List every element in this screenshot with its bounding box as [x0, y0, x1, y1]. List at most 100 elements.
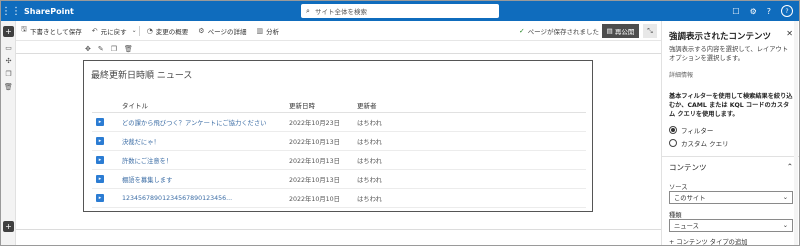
row-title[interactable]: 許数にご注意を！ — [122, 151, 172, 169]
undo-label: 元に戻す — [100, 27, 127, 36]
row-title[interactable]: 12345678901234567890123456... — [122, 189, 232, 207]
news-page-icon: ▸ — [96, 175, 104, 183]
plus-icon: + — [669, 239, 675, 245]
row-author: はちわれ — [357, 157, 382, 165]
radio-custom-query[interactable]: カスタム クエリ — [669, 138, 729, 148]
table-row[interactable]: ▸ 12345678901234567890123456... 2022年10月… — [92, 189, 586, 208]
sharepoint-window: ⋮⋮ SharePoint ⌕ サイト全体を検索 ☐ ⚙ ? ? + ▭ ✣ ❐… — [0, 0, 800, 246]
webpart-title: 最終更新日時順 ニュース — [91, 71, 193, 81]
row-author: はちわれ — [357, 195, 382, 203]
undo-dropdown-icon[interactable]: ⌄ — [132, 27, 137, 34]
check-icon: ✓ — [519, 27, 525, 35]
table-row[interactable]: ▸ 棚語を募集します 2022年10月13日 はちわれ — [92, 170, 586, 189]
page-details-label: ページの詳細 — [207, 27, 247, 36]
analytics-button[interactable]: ▥ 分析 — [251, 26, 284, 36]
republish-label: 再公開 — [614, 28, 635, 36]
collapse-icon[interactable]: ⤡ — [643, 24, 657, 38]
radio-selected-icon — [669, 126, 677, 134]
command-bar: 🖫 下書きとして保存 ↶ 元に戻す ⌄ ◔ 変更の概要 ⚙ ページの詳細 ▥ 分… — [16, 21, 661, 41]
settings-icon[interactable]: ⚙ — [750, 7, 757, 16]
radio-custom-label: カスタム クエリ — [681, 140, 729, 148]
changes-icon: ◔ — [146, 26, 153, 35]
close-icon[interactable]: ✕ — [786, 29, 793, 38]
gear-icon: ⚙ — [198, 26, 205, 35]
undo-icon: ↶ — [91, 26, 98, 35]
save-icon: 🖫 — [21, 25, 27, 33]
add-section-icon[interactable]: + — [3, 26, 14, 37]
pane-scrollbar[interactable] — [794, 21, 798, 245]
edit-icon[interactable]: ✎ — [98, 45, 104, 53]
undo-button[interactable]: ↶ 元に戻す — [87, 26, 132, 36]
column-author: 更新者 — [357, 102, 377, 110]
saved-status: ✓ ページが保存されました — [519, 21, 599, 41]
avatar[interactable]: ? — [781, 5, 793, 17]
left-rail: + ▭ ✣ ❐ 🗑 + — [1, 21, 16, 245]
property-pane: 強調表示されたコンテンツ ✕ 強調表示する内容を選択して、レイアウト オプション… — [661, 21, 799, 245]
highlighted-content-webpart[interactable]: 最終更新日時順 ニュース タイトル 更新日時 更新者 ▸ どの課から飛びつく？ア… — [83, 60, 593, 212]
radio-filter-label: フィルター — [681, 127, 714, 135]
changes-button[interactable]: ◔ 変更の概要 — [142, 26, 194, 36]
pane-divider — [662, 156, 799, 157]
row-date: 2022年10月13日 — [289, 176, 340, 184]
delete-icon[interactable]: 🗑 — [124, 45, 133, 53]
section-top-line — [16, 53, 661, 54]
app-name[interactable]: SharePoint — [24, 7, 74, 16]
details-link[interactable]: 詳細情報 — [669, 70, 693, 79]
type-dropdown[interactable]: ニュース ⌄ — [669, 219, 793, 232]
copy-icon[interactable]: ❐ — [3, 68, 14, 79]
row-date: 2022年10月23日 — [289, 119, 340, 127]
changes-label: 変更の概要 — [155, 27, 189, 36]
webpart-toolbar: ✥ ✎ ❐ 🗑 — [85, 45, 133, 53]
separator — [138, 25, 140, 36]
pane-title: 強調表示されたコンテンツ — [669, 32, 772, 42]
type-label: 種類 — [669, 212, 682, 219]
page-details-button[interactable]: ⚙ ページの詳細 — [193, 26, 251, 36]
app-launcher-icon[interactable]: ⋮⋮ — [1, 1, 21, 21]
table-header: タイトル 更新日時 更新者 — [92, 98, 586, 113]
chat-icon[interactable]: ☐ — [732, 7, 739, 16]
analytics-label: 分析 — [266, 27, 280, 36]
move-handle-icon[interactable]: ✥ — [85, 45, 91, 53]
republish-button[interactable]: ▤ 再公開 — [602, 24, 639, 38]
row-title[interactable]: 決裁だにゃ！ — [122, 132, 160, 150]
table-row[interactable]: ▸ 決裁だにゃ！ 2022年10月13日 はちわれ — [92, 132, 586, 151]
source-value: このサイト — [674, 195, 706, 202]
table-row[interactable]: ▸ どの課から飛びつく？アンケートにご協力ください 2022年10月23日 はち… — [92, 113, 586, 132]
row-title[interactable]: どの課から飛びつく？アンケートにご協力ください — [122, 113, 266, 131]
table-row[interactable]: ▸ 許数にご注意を！ 2022年10月13日 はちわれ — [92, 151, 586, 170]
news-table: タイトル 更新日時 更新者 ▸ どの課から飛びつく？アンケートにご協力ください … — [92, 98, 586, 208]
content-section-header[interactable]: コンテンツ ⌃ — [669, 162, 793, 173]
chevron-up-icon: ⌃ — [786, 162, 793, 171]
row-date: 2022年10月10日 — [289, 195, 340, 203]
analytics-icon: ▥ — [256, 26, 264, 35]
duplicate-icon[interactable]: ❐ — [111, 45, 117, 53]
section-bottom-line — [16, 229, 661, 230]
source-dropdown[interactable]: このサイト ⌄ — [669, 191, 793, 204]
row-title[interactable]: 棚語を募集します — [122, 170, 172, 188]
suite-bar: ⋮⋮ SharePoint ⌕ サイト全体を検索 ☐ ⚙ ? ? — [1, 1, 799, 21]
page-canvas: ✥ ✎ ❐ 🗑 最終更新日時順 ニュース タイトル 更新日時 更新者 ▸ どの課… — [16, 42, 661, 245]
column-date: 更新日時 — [289, 102, 315, 110]
column-title: タイトル — [122, 102, 148, 110]
radio-filter[interactable]: フィルター — [669, 125, 713, 135]
row-author: はちわれ — [357, 138, 382, 146]
search-placeholder: サイト全体を検索 — [315, 8, 367, 16]
news-page-icon: ▸ — [96, 118, 104, 126]
save-draft-button[interactable]: 🖫 下書きとして保存 — [16, 25, 87, 36]
help-icon[interactable]: ? — [767, 7, 771, 16]
row-author: はちわれ — [357, 119, 382, 127]
delete-icon[interactable]: 🗑 — [3, 81, 14, 92]
add-content-type-button[interactable]: + コンテンツ タイプの追加 — [669, 237, 748, 245]
content-section-label: コンテンツ — [669, 163, 707, 172]
news-page-icon: ▸ — [96, 194, 104, 202]
add-section-bottom-icon[interactable]: + — [3, 221, 14, 232]
filter-description: 基本フィルターを使用して検索結果を絞り込むか、CAML または KQL コードの… — [669, 93, 793, 118]
move-icon[interactable]: ✣ — [3, 55, 14, 66]
radio-unselected-icon — [669, 139, 677, 147]
news-page-icon: ▸ — [96, 137, 104, 145]
source-label: ソース — [669, 184, 688, 191]
search-box[interactable]: ⌕ サイト全体を検索 — [301, 4, 499, 18]
republish-icon: ▤ — [606, 27, 613, 35]
suite-actions: ☐ ⚙ ? ? — [732, 1, 793, 21]
comment-icon[interactable]: ▭ — [3, 42, 14, 53]
